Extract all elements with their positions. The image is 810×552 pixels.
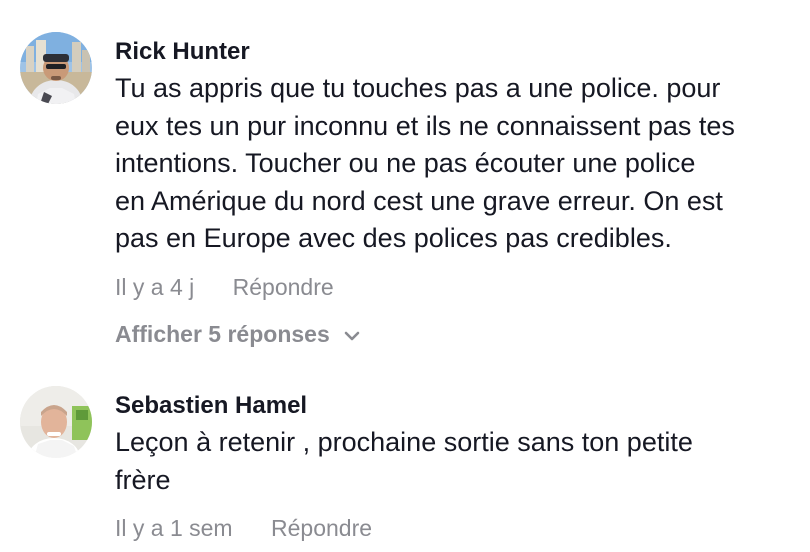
comment-meta: Il y a 1 sem Répondre [115, 513, 805, 543]
comment-text: Leçon à retenir , prochaine sortie sans … [115, 424, 805, 499]
comment-username[interactable]: Rick Hunter [115, 37, 805, 67]
avatar[interactable] [20, 32, 92, 104]
user-photo-avatar-icon [20, 32, 92, 104]
comment-meta: Il y a 4 j Répondre [115, 272, 805, 302]
comment-timestamp: Il y a 4 j [115, 273, 195, 300]
reply-button[interactable]: Répondre [233, 274, 334, 300]
comment-text-line: intentions. Toucher ou ne pas écouter un… [115, 148, 696, 178]
comment-text-line: en Amérique du nord cest une grave erreu… [115, 185, 723, 216]
reply-button[interactable]: Répondre [271, 515, 372, 541]
view-replies-button[interactable]: Afficher 5 réponses [115, 319, 805, 349]
avatar[interactable] [20, 386, 92, 458]
comment-text: Tu as appris que tu touches pas a une po… [115, 70, 805, 258]
comment-text-line: Tu as appris que tu touches pas a une po… [115, 73, 721, 103]
view-replies-label: Afficher 5 réponses [115, 320, 330, 347]
comment-timestamp: Il y a 1 sem [115, 515, 233, 541]
comment-text-line: frère [115, 464, 171, 495]
user-photo-avatar-icon [20, 386, 92, 458]
comment-text-line: pas en Europe avec des polices pas credi… [115, 223, 672, 253]
comment-username[interactable]: Sebastien Hamel [115, 391, 805, 421]
chevron-down-icon [344, 318, 360, 348]
comment-text-line: Leçon à retenir , prochaine sortie sans … [115, 427, 693, 457]
comment-text-line: eux tes un pur inconnu et ils ne connais… [115, 110, 735, 141]
